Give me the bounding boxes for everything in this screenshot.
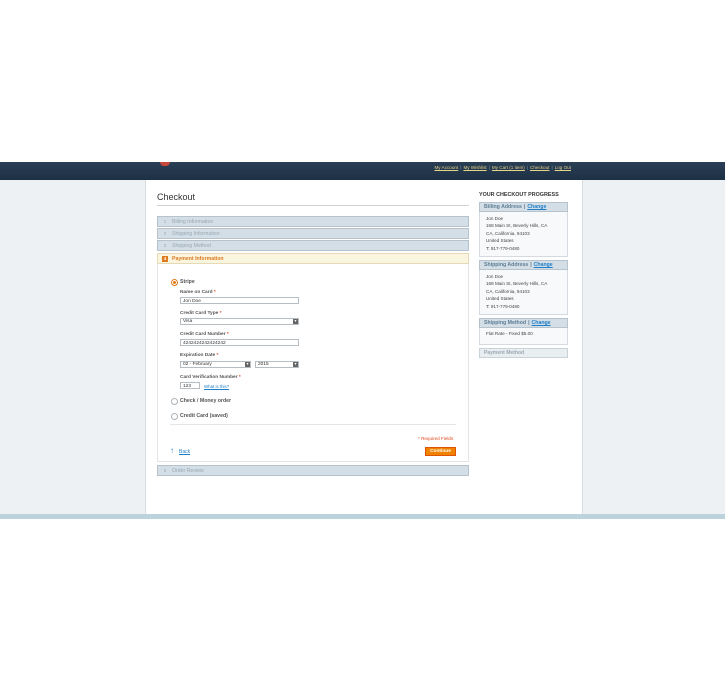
whats-this-link[interactable]: What is this?	[204, 384, 229, 389]
change-shipping-link[interactable]: Change	[534, 262, 553, 268]
billing-line: T: 917-779-0480	[486, 245, 520, 251]
continue-button[interactable]: Continue	[425, 447, 456, 456]
change-billing-link[interactable]: Change	[527, 204, 546, 210]
shipping-method-title: Shipping Method	[484, 320, 527, 326]
footer-bar	[0, 514, 725, 519]
link-my-account[interactable]: My Account	[434, 165, 458, 170]
billing-line: United States	[486, 238, 514, 244]
chevron-down-icon: ▼	[293, 362, 298, 367]
radio-stripe[interactable]	[171, 279, 178, 286]
required-mark: *	[219, 311, 222, 316]
step-shipping-method[interactable]: 3 Shipping Method	[157, 240, 469, 251]
card-type-label: Credit Card Type *	[180, 311, 222, 316]
title-divider	[157, 205, 469, 206]
chevron-down-icon: ▼	[293, 319, 298, 324]
billing-line: 168 Main St, Beverly Hills, CA	[486, 223, 548, 229]
step-order-review[interactable]: 5 Order Review	[157, 465, 469, 476]
radio-check-money-order[interactable]	[171, 398, 178, 405]
billing-address-title: Billing Address	[484, 204, 522, 210]
method-label-stripe: Stripe	[180, 279, 195, 285]
cvv-input[interactable]: 123	[180, 382, 200, 389]
shipping-method-value: Flat Rate - Fixed $5.00	[486, 331, 533, 336]
required-mark: *	[226, 332, 229, 337]
radio-credit-card-saved[interactable]	[171, 413, 178, 420]
method-label-check-money-order: Check / Money order	[180, 398, 232, 404]
step-number: 1	[163, 219, 167, 224]
link-log-out[interactable]: Log Out	[555, 165, 571, 170]
header-links: My Account | My Wishlist | My Cart (1 item) |…	[434, 165, 571, 170]
step-shipping-information[interactable]: 2 Shipping Information	[157, 228, 469, 239]
billing-address-header: Billing Address | Change	[479, 202, 568, 212]
shipping-line: CA, California, 94103	[486, 288, 530, 294]
shipping-address-body: Jon Doe 168 Main St, Beverly Hills, CA C…	[479, 270, 568, 315]
chevron-down-icon: ▼	[245, 362, 250, 367]
step-label: Order Review	[172, 468, 204, 474]
link-checkout[interactable]: Checkout	[530, 165, 549, 170]
label-text: Credit Card Type	[180, 311, 219, 316]
payment-method-header: Payment Method	[479, 348, 568, 358]
shipping-line: Jon Doe	[486, 274, 504, 279]
step-payment-information[interactable]: 4 Payment Information	[157, 253, 469, 264]
step-number: 3	[163, 243, 167, 248]
billing-line: Jon Doe	[486, 216, 504, 221]
step-number: 4	[162, 256, 168, 262]
step-label: Shipping Information	[172, 231, 220, 237]
cvv-label: Card Verification Number *	[180, 375, 241, 380]
arrow-up-icon: ↑	[170, 446, 174, 455]
method-label-credit-card-saved: Credit Card (saved)	[180, 413, 228, 419]
expiration-month-select[interactable]: 02 - February ▼	[180, 361, 251, 368]
link-my-wishlist[interactable]: My Wishlist	[463, 165, 486, 170]
shipping-address-title: Shipping Address	[484, 262, 529, 268]
back-link[interactable]: Back	[179, 449, 190, 455]
link-my-cart[interactable]: My Cart (1 item)	[492, 165, 525, 170]
shipping-line: T: 917-779-0480	[486, 303, 520, 309]
shipping-line: United States	[486, 296, 514, 302]
step-label: Payment Information	[172, 256, 224, 262]
shipping-method-header: Shipping Method | Change	[479, 318, 568, 328]
required-fields-note: * Required Fields	[418, 436, 454, 441]
card-number-input[interactable]: 4242424242424242	[180, 339, 299, 346]
step-label: Shipping Method	[172, 243, 211, 249]
header-bar	[0, 162, 725, 180]
label-text: Name on Card	[180, 290, 213, 295]
select-value: 2015	[258, 362, 269, 367]
change-shipping-method-link[interactable]: Change	[532, 320, 551, 326]
label-text: Card Verification Number	[180, 375, 238, 380]
form-divider	[170, 424, 456, 425]
billing-line: CA, California, 94103	[486, 230, 530, 236]
name-on-card-label: Name on Card *	[180, 290, 216, 295]
checkout-progress-title: YOUR CHECKOUT PROGRESS	[479, 192, 559, 198]
required-mark: *	[238, 375, 241, 380]
card-type-select[interactable]: Visa ▼	[180, 318, 299, 325]
expiration-year-select[interactable]: 2015 ▼	[255, 361, 299, 368]
shipping-line: 168 Main St, Beverly Hills, CA	[486, 281, 548, 287]
required-mark: *	[216, 353, 219, 358]
name-on-card-input[interactable]: Jon Doe	[180, 297, 299, 304]
billing-address-body: Jon Doe 168 Main St, Beverly Hills, CA C…	[479, 212, 568, 257]
step-label: Billing Information	[172, 219, 214, 225]
shipping-address-header: Shipping Address | Change	[479, 260, 568, 270]
required-mark: *	[213, 290, 216, 295]
label-text: Expiration Date	[180, 353, 216, 358]
expiration-date-label: Expiration Date *	[180, 353, 218, 358]
step-billing-information[interactable]: 1 Billing Information	[157, 216, 469, 227]
select-value: Visa	[183, 319, 193, 324]
step-number: 5	[163, 468, 167, 473]
page-title: Checkout	[157, 192, 196, 202]
label-text: Credit Card Number	[180, 332, 226, 337]
shipping-method-body: Flat Rate - Fixed $5.00	[479, 328, 568, 345]
select-value: 02 - February	[183, 362, 212, 367]
card-number-label: Credit Card Number *	[180, 332, 229, 337]
step-number: 2	[163, 231, 167, 236]
